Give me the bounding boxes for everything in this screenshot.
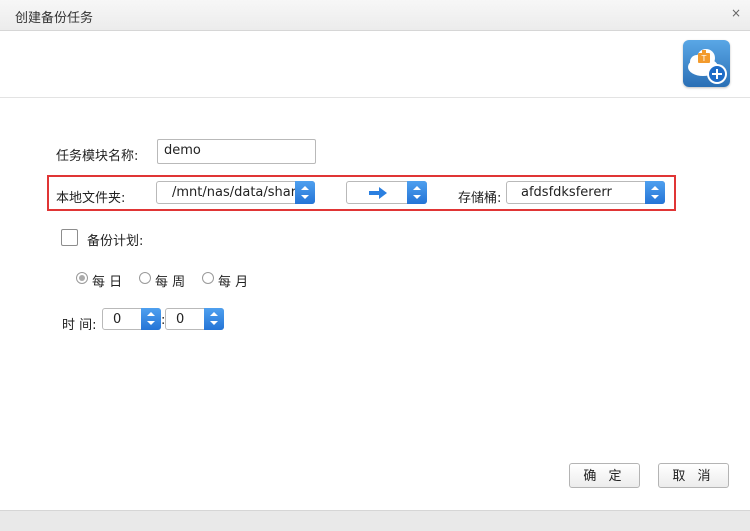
svg-text:T: T xyxy=(701,54,707,63)
radio-weekly[interactable] xyxy=(139,272,151,284)
local-folder-select[interactable]: /mnt/nas/data/share xyxy=(156,181,315,204)
hour-value: 0 xyxy=(113,312,122,327)
task-name-input[interactable] xyxy=(158,140,304,161)
bucket-select[interactable]: afdsfdksfererr xyxy=(506,181,665,204)
local-folder-value: /mnt/nas/data/share xyxy=(172,185,304,200)
chevron-updown-icon[interactable] xyxy=(645,181,665,204)
bucket-value: afdsfdksfererr xyxy=(521,185,612,200)
dialog-title: 创建备份任务 xyxy=(15,11,94,26)
close-icon[interactable]: × xyxy=(731,6,741,20)
radio-daily[interactable] xyxy=(76,272,88,284)
backup-plan-label: 备份计划: xyxy=(87,234,144,249)
radio-weekly-label: 每 周 xyxy=(155,275,186,290)
task-name-field-box xyxy=(157,139,316,164)
minute-select[interactable]: 0 xyxy=(165,308,224,330)
radio-monthly-label: 每 月 xyxy=(218,275,249,290)
arrow-right-icon xyxy=(369,187,387,203)
local-folder-label: 本地文件夹: xyxy=(56,191,126,206)
dialog-footer xyxy=(0,510,750,531)
direction-select[interactable] xyxy=(346,181,427,204)
hour-select[interactable]: 0 xyxy=(102,308,161,330)
cloud-backup-add-icon: T xyxy=(683,40,730,87)
task-name-label: 任务模块名称: xyxy=(56,149,139,164)
radio-daily-label: 每 日 xyxy=(92,275,123,290)
chevron-updown-icon[interactable] xyxy=(407,181,427,204)
chevron-updown-icon[interactable] xyxy=(141,308,161,330)
dialog-banner: T xyxy=(0,31,750,98)
chevron-updown-icon[interactable] xyxy=(204,308,224,330)
cancel-button[interactable]: 取 消 xyxy=(658,463,729,488)
radio-monthly[interactable] xyxy=(202,272,214,284)
minute-value: 0 xyxy=(176,312,185,327)
dialog-titlebar: 创建备份任务 × xyxy=(0,0,750,31)
time-label: 时 间: xyxy=(62,318,97,333)
backup-plan-checkbox[interactable] xyxy=(61,229,78,246)
chevron-updown-icon[interactable] xyxy=(295,181,315,204)
confirm-button[interactable]: 确 定 xyxy=(569,463,640,488)
bucket-label: 存储桶: xyxy=(458,191,502,206)
